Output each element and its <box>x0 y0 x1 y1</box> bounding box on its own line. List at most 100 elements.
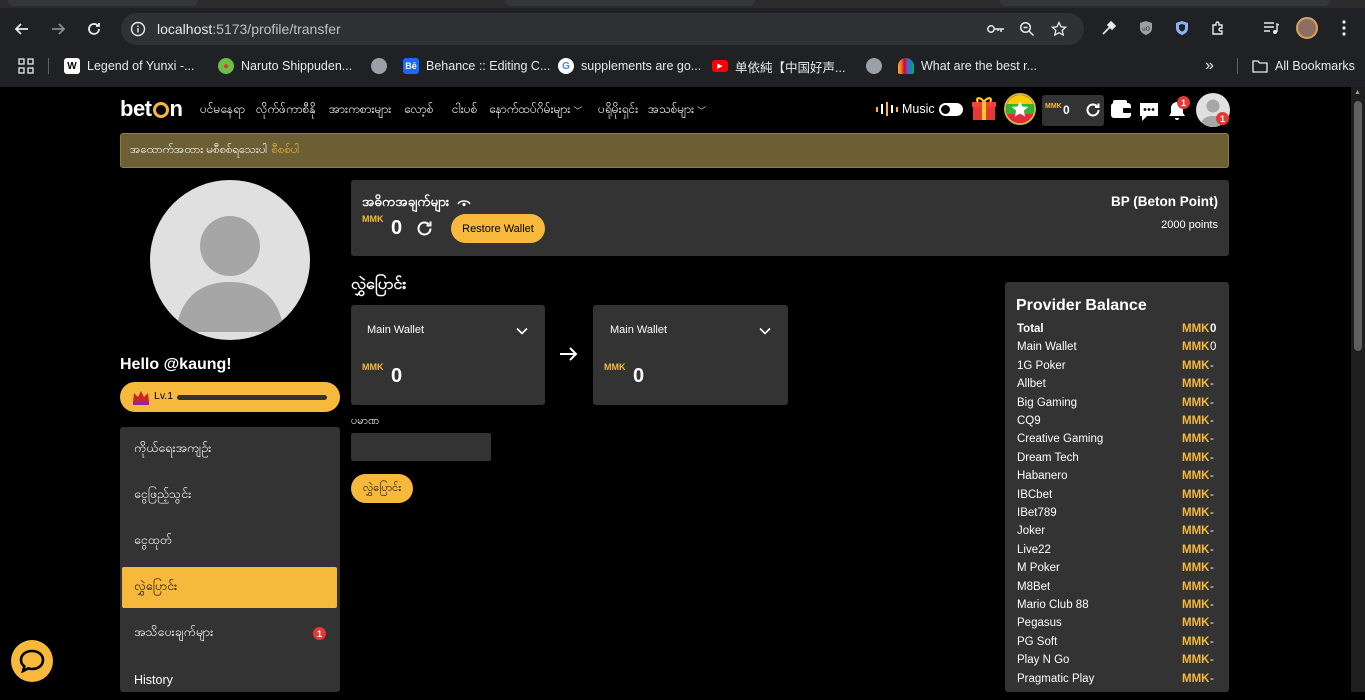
provider-balance-panel: Provider Balance Total MMK 0 Main Wallet MMK… <box>1005 282 1229 692</box>
reload-icon[interactable] <box>82 17 106 41</box>
provider-value: - <box>1210 525 1214 538</box>
site-logo[interactable]: bet n <box>120 96 183 122</box>
bookmark-item[interactable]: Bē Behance :: Editing C... <box>403 57 550 75</box>
globe-icon <box>866 58 882 74</box>
transfer-heading: လွှဲပြောင်း <box>351 276 407 293</box>
to-wallet-select[interactable]: Main Wallet MMK 0 <box>593 305 788 405</box>
address-bar[interactable]: localhost:5173/profile/transfer <box>121 13 1084 45</box>
forward-icon[interactable] <box>46 17 70 41</box>
nav-promotions[interactable]: ပရိုမိုးရှင်း <box>598 101 638 119</box>
nav-new[interactable]: အသစ်များ ﹀ <box>648 101 706 119</box>
provider-value: - <box>1210 451 1214 464</box>
provider-balance-row: 1G Poker MMK - <box>1017 360 1219 378</box>
provider-currency: MMK <box>1182 580 1210 593</box>
nav-slots[interactable]: လော့စ် <box>404 101 433 119</box>
nav-more-games[interactable]: နောက်ထပ်ဂိမ်းများ ﹀ <box>489 101 582 119</box>
site-info-icon[interactable] <box>129 20 147 38</box>
provider-balance-row: IBCbet MMK - <box>1017 489 1219 507</box>
url-text[interactable]: localhost:5173/profile/transfer <box>157 21 341 37</box>
notification-count-badge: 1 <box>313 627 326 640</box>
sidebar-item-notifications[interactable]: အသိပေးချက်များ 1 <box>122 613 337 654</box>
bookmark-item[interactable]: What are the best r... <box>898 57 1037 75</box>
browser-tab[interactable] <box>1000 0 1330 6</box>
eyedropper-extension-icon[interactable] <box>1098 17 1120 39</box>
provider-name: CQ9 <box>1017 415 1041 427</box>
apps-grid-icon[interactable] <box>18 57 34 75</box>
greeting: Hello @kaung! <box>120 356 232 373</box>
shield-extension-icon[interactable] <box>1171 17 1193 39</box>
provider-currency: MMK <box>1182 672 1210 685</box>
refresh-icon[interactable] <box>1084 101 1102 119</box>
ublock-extension-icon[interactable]: uO <box>1135 17 1157 39</box>
toggle-switch[interactable] <box>938 102 963 116</box>
nav-home[interactable]: ပင်မနေရာ <box>200 101 245 119</box>
provider-value: - <box>1210 415 1214 427</box>
scroll-up-icon[interactable]: ▲ <box>1354 89 1361 96</box>
provider-value: - <box>1210 635 1214 648</box>
provider-value: - <box>1210 617 1214 630</box>
music-toggle[interactable]: Music <box>876 102 963 116</box>
google-icon: G <box>558 58 574 74</box>
from-wallet-select[interactable]: Main Wallet MMK 0 <box>351 305 545 405</box>
browser-chrome: localhost:5173/profile/transfer uO WLeg <box>0 0 1365 87</box>
all-bookmarks-button[interactable]: All Bookmarks <box>1252 57 1355 75</box>
wallet-icon[interactable] <box>1110 99 1132 124</box>
extensions-puzzle-icon[interactable] <box>1207 17 1229 39</box>
restore-wallet-button[interactable]: Restore Wallet <box>451 214 545 243</box>
provider-name: 1G Poker <box>1017 359 1066 372</box>
bookmark-star-icon[interactable] <box>1050 20 1068 38</box>
browser-tab[interactable] <box>8 0 198 6</box>
bp-value: 2000 points <box>1161 219 1218 231</box>
kebab-menu-icon[interactable] <box>1333 17 1355 39</box>
provider-currency: MMK <box>1182 562 1210 575</box>
bookmark-item[interactable] <box>371 57 387 75</box>
bookmark-item[interactable]: Gsupplements are go... <box>558 57 701 75</box>
profile-avatar-icon[interactable] <box>1296 17 1318 39</box>
chat-icon[interactable] <box>1138 101 1160 128</box>
amount-input[interactable] <box>351 433 491 461</box>
provider-balance-row: Dream Tech MMK - <box>1017 452 1219 470</box>
sidebar-item-history[interactable]: History <box>122 659 337 700</box>
arrow-right-icon <box>559 346 578 367</box>
provider-name: IBCbet <box>1017 488 1053 501</box>
bookmark-item[interactable]: ● Naruto Shippuden... <box>218 57 352 75</box>
sidebar-item-profile[interactable]: ကိုယ်ရေးအကျဉ်း <box>122 429 337 470</box>
sidebar-item-withdraw[interactable]: ငွေထုတ် <box>122 521 337 562</box>
notification-bell-icon[interactable]: 1 <box>1165 96 1190 128</box>
bookmark-item[interactable]: W Legend of Yunxi -... <box>64 57 195 75</box>
refresh-icon[interactable] <box>415 219 434 238</box>
eye-icon[interactable] <box>457 198 471 208</box>
notice-text: အထောက်အထား မစီစစ်ရသေးပါ <box>130 144 268 156</box>
nav-fishing[interactable]: ငါးပစ် <box>452 101 477 119</box>
zoom-icon[interactable] <box>1018 20 1036 38</box>
bookmarks-overflow-icon[interactable]: » <box>1205 57 1214 75</box>
media-control-icon[interactable] <box>1260 17 1282 39</box>
provider-currency: MMK <box>1182 488 1210 501</box>
myanmar-flag-icon[interactable] <box>1004 93 1036 125</box>
nav-sports[interactable]: အားကစားများ <box>329 101 391 119</box>
provider-currency: MMK <box>1182 359 1210 372</box>
page-scrollbar[interactable]: ▲ <box>1351 87 1365 692</box>
scrollbar-thumb[interactable] <box>1354 101 1362 351</box>
verify-link[interactable]: စီစစ်ပါ <box>271 142 299 159</box>
wallet-title: အဓိကအချက်များ <box>362 193 471 213</box>
back-icon[interactable] <box>10 17 34 41</box>
bookmark-item[interactable] <box>866 57 882 75</box>
password-key-icon[interactable] <box>987 20 1005 38</box>
provider-balance-row: CQ9 MMK - <box>1017 415 1219 433</box>
nbc-icon <box>898 58 914 74</box>
provider-name: Main Wallet <box>1017 341 1077 354</box>
level-progress-track <box>177 395 327 400</box>
nav-live-casino[interactable]: လိုက်ဖ်ကာစီနို <box>256 101 315 119</box>
transfer-submit-button[interactable]: လွှဲပြောင်း <box>351 474 413 503</box>
sidebar-item-deposit[interactable]: ငွေဖြည့်သွင်း <box>122 475 337 516</box>
provider-currency: MMK <box>1182 654 1210 667</box>
provider-value: - <box>1210 507 1214 519</box>
provider-value: - <box>1210 580 1214 593</box>
browser-tab[interactable] <box>505 0 755 6</box>
provider-currency: MMK <box>1182 507 1210 519</box>
bookmark-item[interactable]: ▶ 单依純【中国好声... <box>712 57 845 75</box>
sidebar-item-transfer[interactable]: လွှဲပြောင်း <box>122 567 337 608</box>
live-chat-button[interactable] <box>11 640 53 682</box>
gift-icon[interactable] <box>971 95 997 121</box>
